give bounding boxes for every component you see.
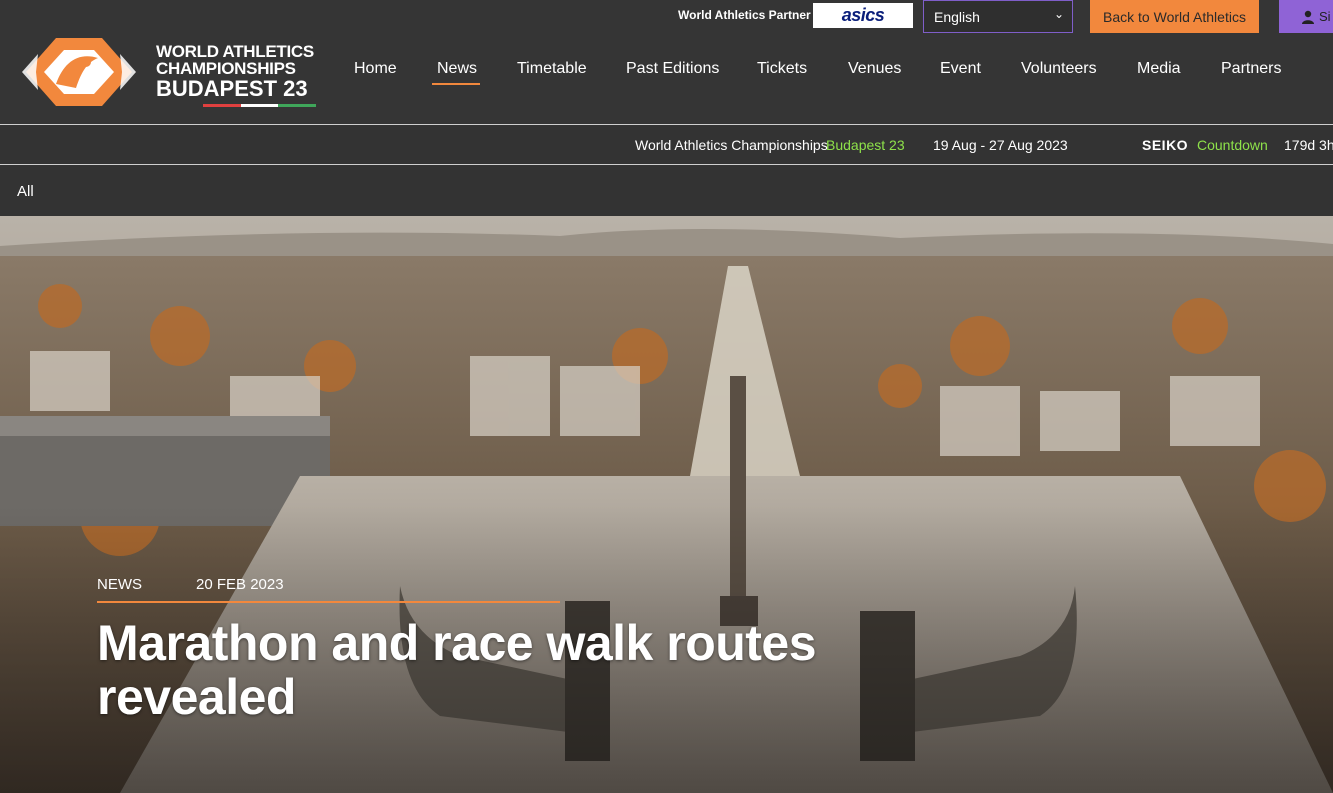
nav-past-editions[interactable]: Past Editions <box>626 60 719 78</box>
event-ticker: World Athletics Championships Budapest 2… <box>0 125 1333 164</box>
countdown-label: Countdown <box>1197 137 1268 153</box>
logo-line-1: WORLD ATHLETICS <box>156 42 314 61</box>
news-filter-bar: All <box>0 165 1333 216</box>
article-headline[interactable]: Marathon and race walk routes revealed <box>97 616 897 724</box>
article-category[interactable]: NEWS <box>97 576 142 593</box>
nav-event[interactable]: Event <box>940 60 981 78</box>
ticker-dates: 19 Aug - 27 Aug 2023 <box>933 137 1068 153</box>
countdown-value: 179d 3h <box>1284 137 1333 153</box>
language-select[interactable]: English ⌄ <box>923 0 1073 33</box>
seiko-logo: SEIKO <box>1142 137 1189 153</box>
logo-wordmark[interactable]: WORLD ATHLETICS CHAMPIONSHIPS BUDAPEST 2… <box>156 43 321 101</box>
site-header: WORLD ATHLETICS CHAMPIONSHIPS BUDAPEST 2… <box>0 0 1333 124</box>
nav-volunteers[interactable]: Volunteers <box>1021 60 1097 78</box>
ticker-event-name: World Athletics Championships <box>635 137 828 153</box>
asics-logo[interactable]: asics <box>813 3 913 28</box>
nav-home[interactable]: Home <box>354 60 397 78</box>
filter-all[interactable]: All <box>17 183 34 200</box>
nav-news[interactable]: News <box>437 60 477 78</box>
nav-tickets[interactable]: Tickets <box>757 60 807 78</box>
back-to-world-athletics-button[interactable]: Back to World Athletics <box>1090 0 1259 33</box>
ticker-event-city: Budapest 23 <box>826 137 905 153</box>
partner-label: World Athletics Partner <box>678 8 811 22</box>
user-icon <box>1302 10 1314 24</box>
nav-active-indicator <box>432 83 480 85</box>
language-selected: English <box>934 9 980 25</box>
nav-venues[interactable]: Venues <box>848 60 901 78</box>
hero-article[interactable]: NEWS 20 FEB 2023 Marathon and race walk … <box>0 216 1333 793</box>
logo-line-3: BUDAPEST 23 <box>156 76 308 101</box>
nav-partners[interactable]: Partners <box>1221 60 1281 78</box>
nav-timetable[interactable]: Timetable <box>517 60 587 78</box>
signin-button[interactable]: Si <box>1279 0 1333 33</box>
article-date: 20 FEB 2023 <box>196 576 284 593</box>
nav-media[interactable]: Media <box>1137 60 1181 78</box>
logo-underline <box>203 104 317 107</box>
logo-line-2: CHAMPIONSHIPS <box>156 59 296 78</box>
signin-label: Si <box>1319 9 1331 24</box>
chevron-down-icon: ⌄ <box>1053 7 1064 21</box>
championships-logo-icon[interactable] <box>16 32 142 110</box>
article-meta-underline <box>97 601 560 603</box>
